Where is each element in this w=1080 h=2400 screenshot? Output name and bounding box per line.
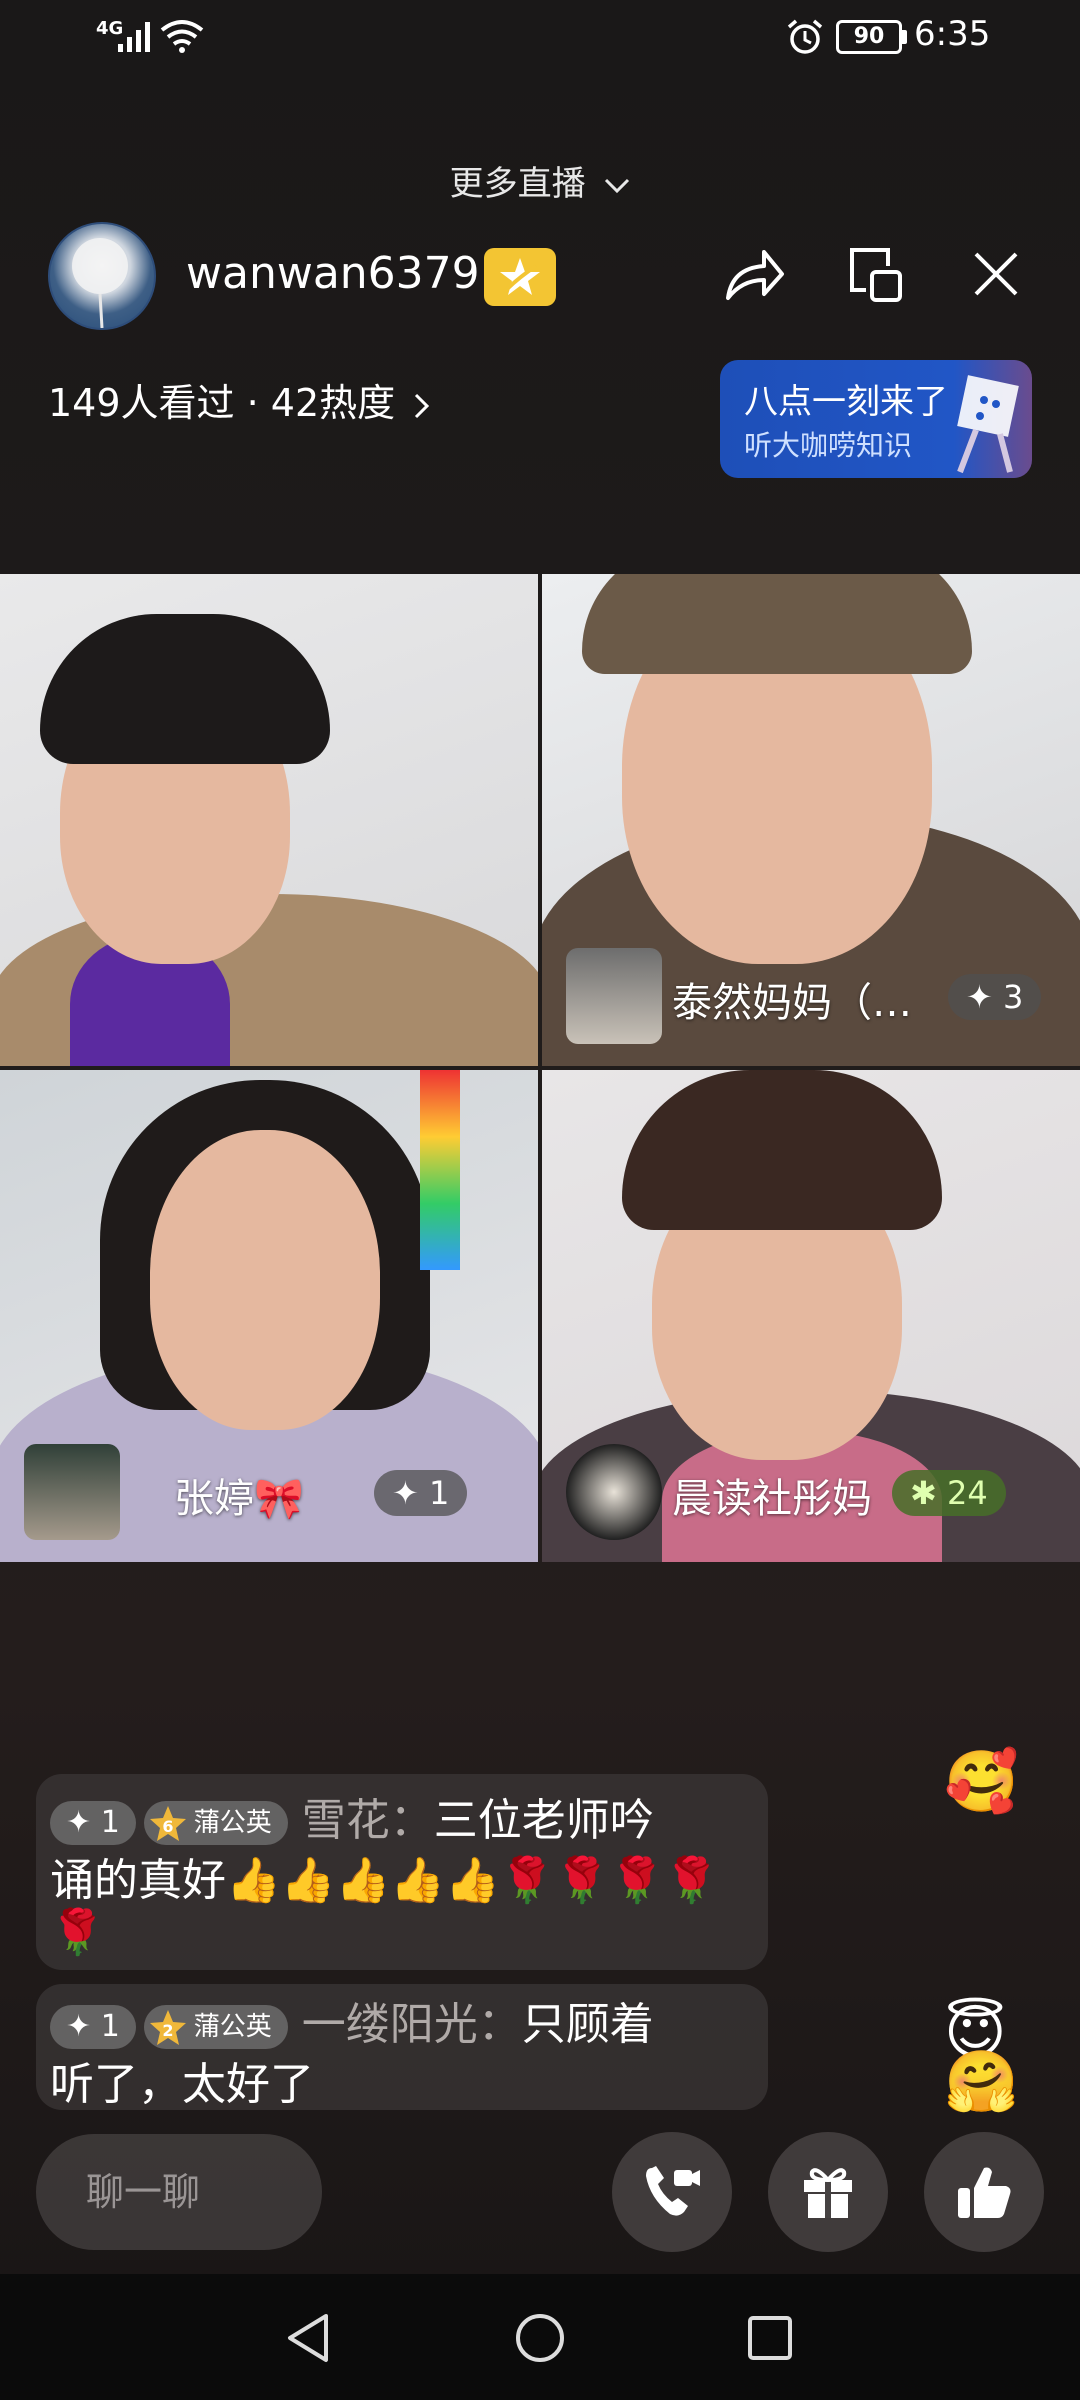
- guest-3-name: 晨读社彤妈: [672, 1476, 872, 1522]
- viewer-stats[interactable]: 149人看过 · 42热度: [48, 372, 431, 427]
- video-call-icon: [646, 2166, 700, 2216]
- floating-emoji: 🤗: [944, 2047, 1019, 2117]
- video-tile-guest-2[interactable]: 张婷🎀 ✦ 1: [0, 1070, 538, 1562]
- like-count: 1: [100, 1805, 120, 1840]
- fan-star-icon: 2: [149, 2009, 186, 2045]
- guest-3-avatar: [566, 1444, 662, 1540]
- share-icon[interactable]: [724, 246, 786, 304]
- clock: 6:35: [914, 14, 991, 54]
- wifi-icon: [160, 20, 204, 53]
- battery-tip: [902, 30, 907, 44]
- star-icon: [500, 258, 540, 295]
- comment-text-line-2: 诵的真好👍👍👍👍👍🌹🌹🌹🌹: [50, 1855, 720, 1906]
- guest-3-like-pill[interactable]: ✱ 24: [892, 1470, 1006, 1516]
- recents-icon[interactable]: [746, 2314, 794, 2362]
- video-tile-host[interactable]: [0, 574, 538, 1066]
- comment-line: ✦ 1 2 蒲公英 一缕阳光：只顾着: [50, 1992, 750, 2058]
- hair: [582, 574, 972, 674]
- guest-1-name: 泰然妈妈（…: [672, 980, 912, 1026]
- status-bar: 4G 90 6:35: [0, 0, 1080, 80]
- comment-text: 只顾着: [521, 1999, 654, 2050]
- host-level-badge: [484, 248, 556, 306]
- thumbs-up-icon: [958, 2167, 1011, 2218]
- guest-1-likes: 3: [1002, 978, 1024, 1016]
- fan-club-badge: 6 蒲公英: [143, 1801, 288, 1845]
- chevron-down-icon: [605, 178, 630, 193]
- comment-text: 三位老师吟: [433, 1795, 654, 1846]
- comment-username: 雪花：: [301, 1795, 434, 1846]
- host-name[interactable]: wanwan6379: [186, 248, 480, 299]
- viewer-stats-label: 149人看过 · 42热度: [48, 381, 396, 425]
- like-button[interactable]: [924, 2132, 1044, 2252]
- gift-button[interactable]: [768, 2132, 888, 2252]
- comment-username: 一缕阳光：: [301, 1999, 522, 2050]
- dandelion-icon: [72, 238, 128, 329]
- like-count: 1: [100, 2009, 120, 2044]
- gift-icon: [804, 2168, 852, 2218]
- fan-club-name: 蒲公英: [193, 2012, 272, 2042]
- guest-1-like-pill[interactable]: ✦ 3: [948, 974, 1042, 1020]
- guest-2-avatar: [24, 1444, 120, 1540]
- decoration: [420, 1070, 460, 1270]
- battery-indicator: 90: [836, 20, 902, 54]
- like-count-badge: ✦ 1: [50, 2005, 136, 2049]
- hair: [40, 614, 330, 764]
- fan-star-icon: 6: [149, 1805, 186, 1841]
- fan-club-name: 蒲公英: [193, 1808, 272, 1838]
- promo-banner[interactable]: 八点一刻来了 听大咖唠知识: [720, 360, 1032, 478]
- video-call-button[interactable]: [612, 2132, 732, 2252]
- back-icon[interactable]: [284, 2312, 332, 2364]
- picture-in-picture-icon[interactable]: [848, 246, 904, 304]
- comment-item[interactable]: ✦ 1 6 蒲公英 雪花：三位老师吟 诵的真好👍👍👍👍👍🌹🌹🌹🌹 🌹: [36, 1774, 768, 1970]
- promo-title: 八点一刻来了: [744, 382, 948, 422]
- home-icon[interactable]: [514, 2312, 566, 2364]
- system-nav-bar: [0, 2274, 1080, 2400]
- comment-text-line-2: 听了，太好了: [50, 2059, 314, 2110]
- signal-icon: [118, 22, 150, 52]
- fan-level: 2: [162, 2021, 173, 2040]
- more-live-dropdown[interactable]: 更多直播: [0, 156, 1080, 205]
- close-icon[interactable]: [970, 248, 1022, 300]
- guest-2-name: 张婷🎀: [174, 1476, 304, 1522]
- guest-2-like-pill[interactable]: ✦ 1: [374, 1470, 468, 1516]
- guest-1-avatar: [566, 948, 662, 1044]
- floating-emoji: 🥰: [944, 1747, 1019, 1817]
- chat-input[interactable]: 聊一聊: [36, 2134, 322, 2250]
- guest-3-likes: 24: [946, 1474, 988, 1512]
- easel-icon: [957, 375, 1019, 474]
- alarm-icon: [787, 19, 823, 54]
- like-count-badge: ✦ 1: [50, 1801, 136, 1845]
- video-tile-guest-3[interactable]: 晨读社彤妈 ✱ 24: [542, 1070, 1080, 1562]
- chevron-right-icon: [415, 393, 430, 418]
- video-tile-guest-1[interactable]: 泰然妈妈（… ✦ 3: [542, 574, 1080, 1066]
- promo-subtitle: 听大咖唠知识: [744, 429, 913, 462]
- comment-item[interactable]: ✦ 1 2 蒲公英 一缕阳光：只顾着 听了，太好了: [36, 1984, 768, 2110]
- comment-line: ✦ 1 6 蒲公英 雪花：三位老师吟: [50, 1788, 750, 1854]
- guest-2-likes: 1: [428, 1474, 450, 1512]
- hair: [622, 1070, 942, 1230]
- face: [150, 1130, 380, 1430]
- fan-club-badge: 2 蒲公英: [143, 2005, 288, 2049]
- host-avatar[interactable]: [48, 222, 156, 330]
- fan-level: 6: [162, 1817, 173, 1836]
- more-live-label: 更多直播: [449, 164, 586, 204]
